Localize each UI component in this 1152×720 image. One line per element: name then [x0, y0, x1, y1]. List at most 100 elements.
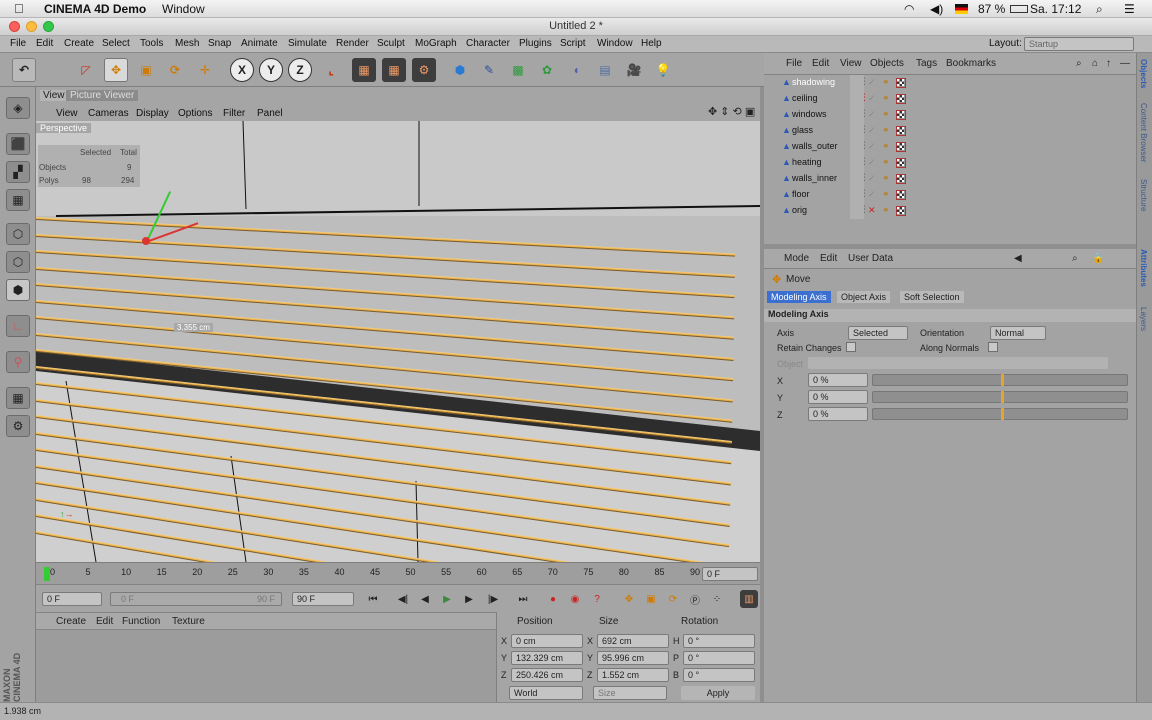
z-slider[interactable] [872, 408, 1128, 420]
blind-slat[interactable] [36, 382, 732, 465]
menu-select[interactable]: Select [102, 38, 130, 49]
blind-slat[interactable] [36, 332, 733, 402]
rot-field[interactable]: 0 ° [683, 634, 755, 648]
cube-object-icon[interactable]: ⬢ [448, 58, 472, 82]
apple-icon[interactable]:  [14, 1, 24, 16]
menu-tools[interactable]: Tools [140, 38, 163, 49]
quantize-icon[interactable]: ▦ [6, 387, 30, 409]
go-to-start-icon[interactable]: ⏮ [364, 590, 382, 608]
camera-icon[interactable]: 🎥 [622, 58, 646, 82]
key-rotation-icon[interactable]: ⟳ [664, 590, 682, 608]
pos-field[interactable]: 0 cm [511, 634, 583, 648]
gizmo-center[interactable] [142, 237, 150, 245]
x-axis-lock-icon[interactable]: X [230, 58, 254, 82]
floor-icon[interactable]: ▤ [593, 58, 617, 82]
object-name[interactable]: ceiling [792, 93, 818, 103]
object-row-heating[interactable]: ▲ heating ⋮ ✓ ⚭ [764, 155, 1136, 171]
obj-menu-edit[interactable]: Edit [812, 58, 829, 69]
texture-tag-icon[interactable] [896, 78, 906, 88]
apply-button[interactable]: Apply [681, 686, 755, 700]
deformer-icon[interactable]: ◖ [564, 58, 588, 82]
enable-icon[interactable]: ✕ [868, 205, 876, 216]
record-keys-icon[interactable]: ● [544, 590, 562, 608]
object-name[interactable]: floor [792, 189, 810, 199]
vp-menu-display[interactable]: Display [136, 108, 169, 119]
vtab-objects[interactable]: Objects [1139, 59, 1148, 88]
vp-menu-cameras[interactable]: Cameras [88, 108, 129, 119]
layout-select[interactable]: Startup [1024, 37, 1134, 51]
notification-icon[interactable]: ☰ [1124, 2, 1135, 16]
phong-tag-icon[interactable]: ⚭ [882, 109, 890, 120]
volume-icon[interactable]: ◀) [930, 2, 943, 16]
phong-tag-icon[interactable]: ⚭ [882, 205, 890, 216]
menu-mograph[interactable]: MoGraph [415, 38, 457, 49]
polygons-mode-icon[interactable]: ⬢ [6, 279, 30, 301]
current-frame-field[interactable]: 0 F [702, 567, 758, 581]
pos-field[interactable]: 132.329 cm [511, 651, 583, 665]
rot-field[interactable]: 0 ° [683, 668, 755, 682]
rotate-tool-icon[interactable]: ⟳ [163, 58, 187, 82]
attr-tab-modeling-axis[interactable]: Modeling Axis [767, 291, 831, 303]
mac-menu-window[interactable]: Window [162, 2, 205, 16]
next-frame-icon[interactable]: ▶ [460, 590, 478, 608]
obj-menu-bookmarks[interactable]: Bookmarks [946, 58, 996, 69]
points-mode-icon[interactable]: ⬡ [6, 223, 30, 245]
object-name[interactable]: orig [792, 205, 807, 215]
object-row-ceiling[interactable]: ▲ ceiling ⋮ ✓ ⚭ [764, 91, 1136, 107]
mat-menu-function[interactable]: Function [122, 616, 160, 627]
attr-back-icon[interactable]: ◀ [1014, 253, 1022, 264]
menu-snap[interactable]: Snap [208, 38, 231, 49]
blind-slat[interactable] [36, 431, 730, 527]
object-row-windows[interactable]: ▲ windows ⋮ ✓ ⚭ [764, 107, 1136, 123]
menu-script[interactable]: Script [560, 38, 586, 49]
menu-animate[interactable]: Animate [241, 38, 278, 49]
texture-tag-icon[interactable] [896, 110, 906, 120]
texture-tag-icon[interactable] [896, 174, 906, 184]
vp-menu-filter[interactable]: Filter [223, 108, 245, 119]
obj-home-icon[interactable]: ⌂ [1092, 58, 1098, 69]
workplane-icon[interactable]: ▦ [6, 189, 30, 211]
battery-value[interactable]: 87 % [978, 2, 1005, 16]
menu-file[interactable]: File [10, 38, 26, 49]
along-normals-checkbox[interactable] [988, 342, 998, 352]
blind-slat[interactable] [36, 415, 731, 506]
mat-menu-edit[interactable]: Edit [96, 616, 113, 627]
object-name[interactable]: walls_outer [792, 141, 838, 151]
z-axis-lock-icon[interactable]: Z [288, 58, 312, 82]
model-mode-icon[interactable]: ⬛ [6, 133, 30, 155]
menu-create[interactable]: Create [64, 38, 94, 49]
menu-edit[interactable]: Edit [36, 38, 53, 49]
phong-tag-icon[interactable]: ⚭ [882, 157, 890, 168]
render-view-icon[interactable]: ▦ [352, 58, 376, 82]
obj-menu-objects[interactable]: Objects [870, 58, 904, 69]
array-icon[interactable]: ✿ [535, 58, 559, 82]
enable-icon[interactable]: ✓ [868, 93, 876, 104]
phong-tag-icon[interactable]: ⚭ [882, 77, 890, 88]
object-row-walls-inner[interactable]: ▲ walls_inner ⋮ ✓ ⚭ [764, 171, 1136, 187]
x-slider[interactable] [872, 374, 1128, 386]
object-row-glass[interactable]: ▲ glass ⋮ ✓ ⚭ [764, 123, 1136, 139]
blind-slat[interactable] [36, 233, 735, 278]
enable-icon[interactable]: ✓ [868, 109, 876, 120]
blinds-group[interactable] [36, 121, 760, 562]
move-tool-icon[interactable]: ✥ [104, 58, 128, 82]
coords-mode-size[interactable]: Size [593, 686, 667, 700]
snap-icon[interactable]: ⚲ [6, 351, 30, 373]
orientation-select[interactable]: Normal [990, 326, 1046, 340]
pos-field[interactable]: 250.426 cm [511, 668, 583, 682]
enable-icon[interactable]: ✓ [868, 77, 876, 88]
retain-changes-checkbox[interactable] [846, 342, 856, 352]
phong-tag-icon[interactable]: ⚭ [882, 141, 890, 152]
menu-window[interactable]: Window [597, 38, 633, 49]
menu-help[interactable]: Help [641, 38, 662, 49]
attr-tab-object-axis[interactable]: Object Axis [837, 291, 891, 303]
y-axis-lock-icon[interactable]: Y [259, 58, 283, 82]
obj-nav-icon[interactable]: ↑ [1106, 58, 1111, 69]
mat-menu-texture[interactable]: Texture [172, 616, 205, 627]
key-position-icon[interactable]: ✥ [620, 590, 638, 608]
vp-menu-options[interactable]: Options [178, 108, 212, 119]
phong-tag-icon[interactable]: ⚭ [882, 173, 890, 184]
play-icon[interactable]: ▶ [438, 590, 456, 608]
3d-viewport[interactable]: Perspective Selected Total Objects 9 Pol… [36, 121, 760, 562]
vtab-structure[interactable]: Structure [1139, 179, 1148, 211]
